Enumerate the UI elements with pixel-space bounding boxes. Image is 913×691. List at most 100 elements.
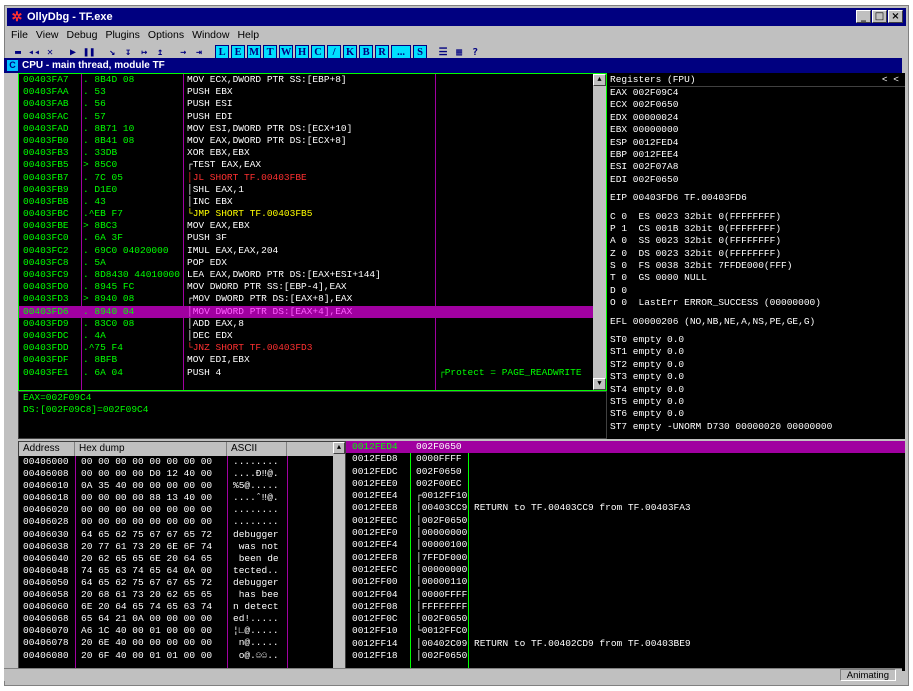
- disasm-row[interactable]: 00403FD3 > 8940 08 ┌MOV DWORD PTR DS:[EAX+…: [19, 293, 606, 305]
- register-line[interactable]: S 0 FS 0038 32bit 7FFDE000(FFF): [610, 260, 905, 272]
- menu-view[interactable]: View: [36, 29, 59, 41]
- disasm-row[interactable]: 00403FC8 . 5A POP EDX: [19, 257, 606, 269]
- dump-row[interactable]: 00406058 20 68 61 73 20 62 65 65 has bee: [19, 589, 345, 601]
- register-line[interactable]: ST2 empty 0.0: [610, 359, 905, 371]
- stack-pane[interactable]: 0012FED4 002F0650 0012FED8 0000FFFF 0012FEDC…: [346, 441, 905, 671]
- dump-row[interactable]: 00406080 20 6F 40 00 01 01 00 00 o@.☺☺..: [19, 650, 345, 662]
- disasm-row[interactable]: 00403FBC .^EB F7 └JMP SHORT TF.00403FB5: [19, 208, 606, 220]
- stack-row[interactable]: 0012FEF4 │00000100: [346, 539, 905, 551]
- menu-file[interactable]: File: [11, 29, 28, 41]
- stack-row[interactable]: 0012FED4 002F0650: [346, 441, 905, 454]
- menu-window[interactable]: Window: [192, 29, 229, 41]
- stack-row[interactable]: 0012FF10 └0012FFC0: [346, 625, 905, 637]
- disassembly-pane[interactable]: 00403FA7 . 8B4D 08 MOV ECX,DWORD PTR SS:[E…: [18, 73, 607, 391]
- stack-row[interactable]: 0012FF0C │002F0650: [346, 613, 905, 625]
- dump-row[interactable]: 00406048 74 65 63 74 65 64 0A 00 tected..: [19, 565, 345, 577]
- register-line[interactable]: ST3 empty 0.0: [610, 371, 905, 383]
- disasm-row[interactable]: 00403FC9 . 8D8430 44010000 LEA EAX,DWORD P…: [19, 269, 606, 281]
- registers-nav[interactable]: < <: [882, 73, 899, 87]
- disasm-row[interactable]: 00403FDC . 4A │DEC EDX: [19, 330, 606, 342]
- dump-scrollbar[interactable]: ▲: [333, 442, 345, 670]
- stack-row[interactable]: 0012FF18 │002F0650: [346, 650, 905, 662]
- dump-row[interactable]: 00406030 64 65 62 75 67 67 65 72 debugger: [19, 529, 345, 541]
- maximize-button[interactable]: □: [872, 10, 887, 23]
- disasm-scrollbar[interactable]: ▲ ▼: [593, 74, 606, 390]
- register-line[interactable]: ST5 empty 0.0: [610, 396, 905, 408]
- dump-row[interactable]: 00406000 00 00 00 00 00 00 00 00........: [19, 456, 345, 468]
- stack-row[interactable]: 0012FEE0 002F00EC: [346, 478, 905, 490]
- col-ascii[interactable]: ASCII: [227, 442, 287, 456]
- register-line[interactable]: EBP 0012FEE4: [610, 149, 905, 161]
- dump-row[interactable]: 00406050 64 65 62 75 67 67 65 72 debugger: [19, 577, 345, 589]
- dump-row[interactable]: 00406028 00 00 00 00 00 00 00 00........: [19, 516, 345, 528]
- dump-row[interactable]: 00406040 20 62 65 65 6E 20 64 65 been de: [19, 553, 345, 565]
- stack-row[interactable]: 0012FF04 │0000FFFF: [346, 589, 905, 601]
- dump-row[interactable]: 00406020 00 00 00 00 00 00 00 00........: [19, 504, 345, 516]
- disasm-row[interactable]: 00403FAA . 53 PUSH EBX: [19, 86, 606, 98]
- disasm-row[interactable]: 00403FBB . 43 │INC EBX: [19, 196, 606, 208]
- disasm-row[interactable]: 00403FDF . 8BFB MOV EDI,EBX: [19, 354, 606, 366]
- register-line[interactable]: ST6 empty 0.0: [610, 408, 905, 420]
- disasm-row[interactable]: 00403FD9 . 83C0 08 │ADD EAX,8: [19, 318, 606, 330]
- stack-row[interactable]: 0012FEE8 │00403CC9 RETURN to TF.00403CC9 f…: [346, 502, 905, 514]
- dump-row[interactable]: 00406060 6E 20 64 65 74 65 63 74 n detect: [19, 601, 345, 613]
- stack-row[interactable]: 0012FF00 │00000110: [346, 576, 905, 588]
- disasm-row[interactable]: 00403FD6 . 8940 04 │MOV DWORD PTR DS:[EAX+…: [19, 305, 606, 318]
- stack-row[interactable]: 0012FED8 0000FFFF: [346, 453, 905, 465]
- stack-row[interactable]: 0012FEF8 │7FFDF000: [346, 552, 905, 564]
- register-line[interactable]: C 0 ES 0023 32bit 0(FFFFFFFF): [610, 211, 905, 223]
- col-address[interactable]: Address: [19, 442, 75, 456]
- disasm-row[interactable]: 00403FE1 . 6A 04 PUSH 4 ┌Protect = PAGE_REA…: [19, 367, 606, 379]
- close-button[interactable]: ×: [888, 10, 903, 23]
- register-line[interactable]: A 0 SS 0023 32bit 0(FFFFFFFF): [610, 235, 905, 247]
- register-line[interactable]: T 0 GS 0000 NULL: [610, 272, 905, 284]
- dump-row[interactable]: 00406018 00 00 00 00 88 13 40 00 ....ˆ‼@.: [19, 492, 345, 504]
- cpu-window-title[interactable]: C CPU - main thread, module TF: [4, 58, 902, 73]
- dump-row[interactable]: 00406078 20 6E 40 00 00 00 00 00 n@.....: [19, 637, 345, 649]
- register-line[interactable]: ST0 empty 0.0: [610, 334, 905, 346]
- minimize-button[interactable]: _: [856, 10, 871, 23]
- disasm-row[interactable]: 00403FD0 . 8945 FC MOV DWORD PTR SS:[EBP-4…: [19, 281, 606, 293]
- register-line[interactable]: ESI 002F07A8: [610, 161, 905, 173]
- register-line[interactable]: ECX 002F0650: [610, 99, 905, 111]
- disasm-row[interactable]: 00403FC2 . 69C0 04020000 IMUL EAX,EAX,204: [19, 245, 606, 257]
- menu-help[interactable]: Help: [237, 29, 259, 41]
- memory-dump-pane[interactable]: Address Hex dump ASCII 00406000 00 00 00 …: [18, 441, 346, 671]
- scroll-down-icon[interactable]: ▼: [593, 378, 606, 390]
- disasm-row[interactable]: 00403FAC . 57 PUSH EDI: [19, 111, 606, 123]
- disasm-row[interactable]: 00403FBE > 8BC3 MOV EAX,EBX: [19, 220, 606, 232]
- disasm-row[interactable]: 00403FAB . 56 PUSH ESI: [19, 98, 606, 110]
- scroll-up-icon[interactable]: ▲: [333, 442, 345, 454]
- disasm-row[interactable]: 00403FA7 . 8B4D 08 MOV ECX,DWORD PTR SS:[E…: [19, 74, 606, 86]
- disasm-row[interactable]: 00403FB9 . D1E0 │SHL EAX,1: [19, 184, 606, 196]
- stack-row[interactable]: 0012FEE4 ┌0012FF10: [346, 490, 905, 502]
- disasm-row[interactable]: 00403FC0 . 6A 3F PUSH 3F: [19, 232, 606, 244]
- register-line[interactable]: EIP 00403FD6 TF.00403FD6: [610, 192, 905, 204]
- register-line[interactable]: D 0: [610, 285, 905, 297]
- register-line[interactable]: ST1 empty 0.0: [610, 346, 905, 358]
- registers-pane[interactable]: Registers (FPU) < < EAX 002F09C4 ECX 002F…: [607, 73, 905, 439]
- title-bar[interactable]: ✲ OllyDbg - TF.exe _ □ ×: [7, 8, 906, 26]
- register-line[interactable]: P 1 CS 001B 32bit 0(FFFFFFFF): [610, 223, 905, 235]
- register-line[interactable]: EFL 00000206 (NO,NB,NE,A,NS,PE,GE,G): [610, 316, 905, 328]
- register-line[interactable]: Z 0 DS 0023 32bit 0(FFFFFFFF): [610, 248, 905, 260]
- col-hex-dump[interactable]: Hex dump: [75, 442, 227, 456]
- register-line[interactable]: EBX 00000000: [610, 124, 905, 136]
- stack-row[interactable]: 0012FEEC │002F0650: [346, 515, 905, 527]
- dump-row[interactable]: 00406068 65 64 21 0A 00 00 00 00 ed!.....: [19, 613, 345, 625]
- register-line[interactable]: O 0 LastErr ERROR_SUCCESS (00000000): [610, 297, 905, 309]
- register-line[interactable]: EDI 002F0650: [610, 174, 905, 186]
- disasm-row[interactable]: 00403FB3 . 33DB XOR EBX,EBX: [19, 147, 606, 159]
- stack-row[interactable]: 0012FF08 │FFFFFFFF: [346, 601, 905, 613]
- dump-row[interactable]: 00406038 20 77 61 73 20 6E 6F 74 was not: [19, 541, 345, 553]
- dump-row[interactable]: 00406070 A6 1C 40 00 01 00 00 00 ¦∟@.....: [19, 625, 345, 637]
- stack-row[interactable]: 0012FF14 │00402C09 RETURN to TF.00402CD9 f…: [346, 638, 905, 650]
- dump-row[interactable]: 00406010 0A 35 40 00 00 00 00 00 %5@.....: [19, 480, 345, 492]
- menu-plugins[interactable]: Plugins: [105, 29, 139, 41]
- register-line[interactable]: EAX 002F09C4: [610, 87, 905, 99]
- disasm-row[interactable]: 00403FB7 . 7C 05 │JL SHORT TF.00403FBE: [19, 172, 606, 184]
- register-line[interactable]: ESP 0012FED4: [610, 137, 905, 149]
- menu-debug[interactable]: Debug: [67, 29, 98, 41]
- scroll-up-icon[interactable]: ▲: [593, 74, 606, 86]
- stack-row[interactable]: 0012FEFC │00000000: [346, 564, 905, 576]
